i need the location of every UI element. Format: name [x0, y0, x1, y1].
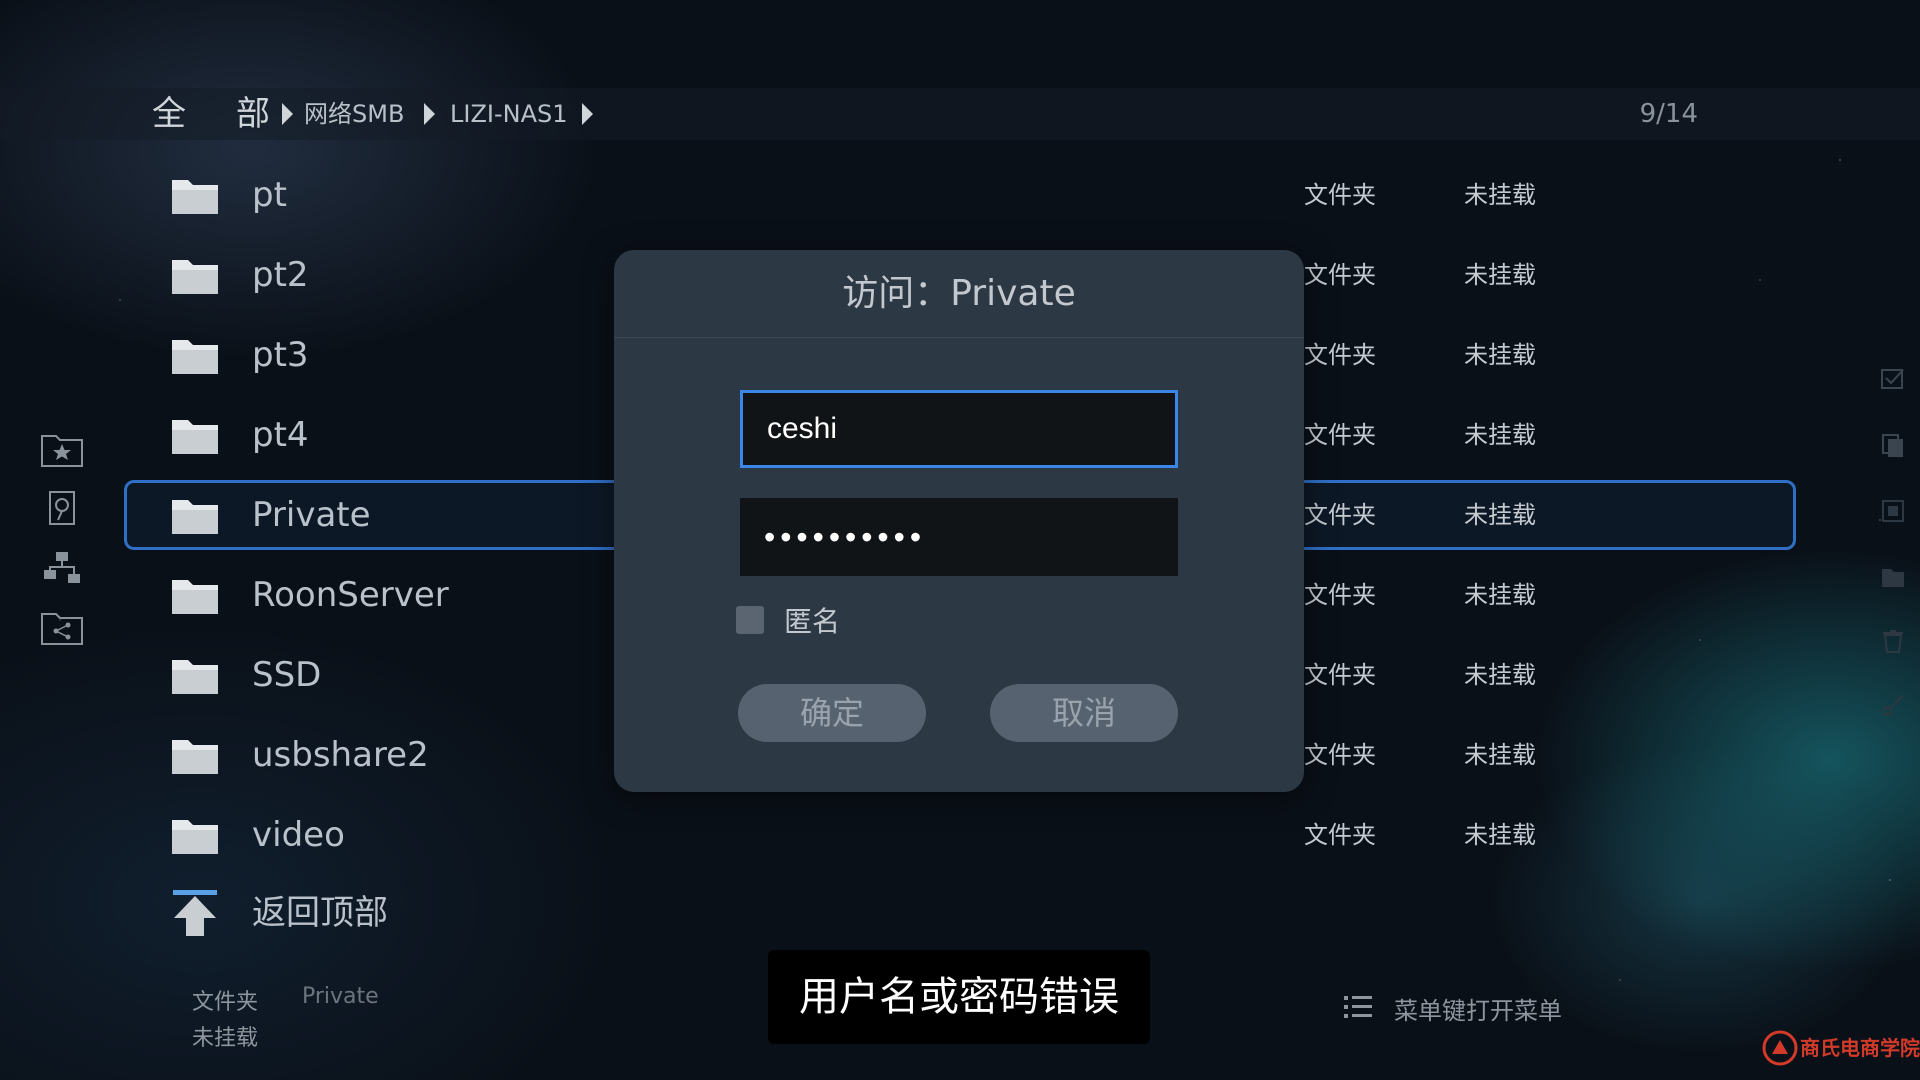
file-name: pt3: [252, 335, 309, 375]
paste-icon[interactable]: [1880, 498, 1906, 524]
file-name: RoonServer: [252, 575, 449, 615]
file-mount-status: 未挂载: [1464, 261, 1536, 289]
folder-icon: [172, 340, 218, 374]
share-folder-icon[interactable]: [40, 610, 84, 646]
chevron-right-icon: [282, 103, 293, 125]
breadcrumb-item-nas[interactable]: LIZI-NAS1: [450, 88, 568, 140]
network-icon[interactable]: [40, 550, 84, 586]
folder-icon: [172, 420, 218, 454]
copy-icon[interactable]: [1880, 432, 1906, 458]
file-name: Private: [252, 495, 371, 535]
new-folder-icon[interactable]: [1880, 564, 1906, 590]
file-name: pt2: [252, 255, 309, 295]
file-name: video: [252, 815, 345, 855]
file-mount-status: 未挂载: [1464, 501, 1536, 529]
breadcrumb-root-char-2[interactable]: 部: [236, 88, 270, 140]
file-mount-status: 未挂载: [1464, 581, 1536, 609]
back-to-top-label: 返回顶部: [252, 893, 388, 933]
file-type: 文件夹: [1304, 661, 1376, 689]
menu-hint: 菜单键打开菜单: [1394, 997, 1562, 1025]
anonymous-checkbox[interactable]: [736, 606, 764, 634]
file-type: 文件夹: [1304, 341, 1376, 369]
file-type: 文件夹: [1304, 421, 1376, 449]
file-mount-status: 未挂载: [1464, 661, 1536, 689]
breadcrumb-item-smb[interactable]: 网络SMB: [304, 88, 404, 140]
breadcrumb: 全 部 网络SMB LIZI-NAS1 9/14: [0, 88, 1920, 140]
file-name: SSD: [252, 655, 322, 695]
file-row-pt[interactable]: pt 文件夹 未挂载: [124, 160, 1796, 230]
file-mount-status: 未挂载: [1464, 341, 1536, 369]
disk-search-icon[interactable]: [40, 490, 84, 526]
file-type: 文件夹: [1304, 261, 1376, 289]
file-type: 文件夹: [1304, 581, 1376, 609]
file-mount-status: 未挂载: [1464, 421, 1536, 449]
file-type: 文件夹: [1304, 741, 1376, 769]
folder-icon: [172, 820, 218, 854]
cancel-button[interactable]: 取消: [990, 684, 1178, 742]
menu-list-icon: [1344, 996, 1372, 1018]
password-field[interactable]: ••••••••••: [740, 498, 1178, 576]
file-type: 文件夹: [1304, 501, 1376, 529]
arrow-up-icon: [173, 890, 217, 936]
folder-icon: [172, 180, 218, 214]
confirm-button[interactable]: 确定: [738, 684, 926, 742]
folder-icon: [172, 740, 218, 774]
file-type: 文件夹: [1304, 821, 1376, 849]
footer-info-name: Private: [302, 984, 379, 1009]
file-name: pt4: [252, 415, 309, 455]
footer-info-type: 文件夹: [192, 990, 259, 1015]
chevron-right-icon: [582, 103, 593, 125]
file-name: usbshare2: [252, 735, 429, 775]
file-type: 文件夹: [1304, 181, 1376, 209]
page-counter: 9/14: [1639, 99, 1698, 129]
favorite-folder-icon[interactable]: [40, 432, 84, 468]
checkbox-icon[interactable]: [1880, 366, 1906, 392]
cut-icon[interactable]: [1880, 692, 1906, 718]
delete-icon[interactable]: [1880, 628, 1906, 654]
file-mount-status: 未挂载: [1464, 821, 1536, 849]
access-dialog: 访问：Private ceshi •••••••••• 匿名 确定 取消: [614, 250, 1304, 792]
dialog-title: 访问：Private: [614, 250, 1304, 338]
breadcrumb-root-char-1[interactable]: 全: [152, 88, 186, 140]
watermark-text: 商氏电商学院: [1800, 1036, 1920, 1060]
folder-icon: [172, 260, 218, 294]
footer-info-mount: 未挂载: [192, 1026, 259, 1051]
anonymous-label: 匿名: [784, 605, 841, 638]
username-field[interactable]: ceshi: [740, 390, 1178, 468]
error-toast: 用户名或密码错误: [768, 950, 1150, 1044]
folder-icon: [172, 660, 218, 694]
file-name: pt: [252, 175, 287, 215]
chevron-right-icon: [424, 103, 435, 125]
folder-icon: [172, 580, 218, 614]
file-mount-status: 未挂载: [1464, 181, 1536, 209]
folder-icon: [172, 500, 218, 534]
file-row-video[interactable]: video 文件夹 未挂载: [124, 800, 1796, 870]
watermark-logo-icon: [1762, 1030, 1798, 1066]
file-mount-status: 未挂载: [1464, 741, 1536, 769]
back-to-top-item[interactable]: 返回顶部: [124, 878, 724, 948]
